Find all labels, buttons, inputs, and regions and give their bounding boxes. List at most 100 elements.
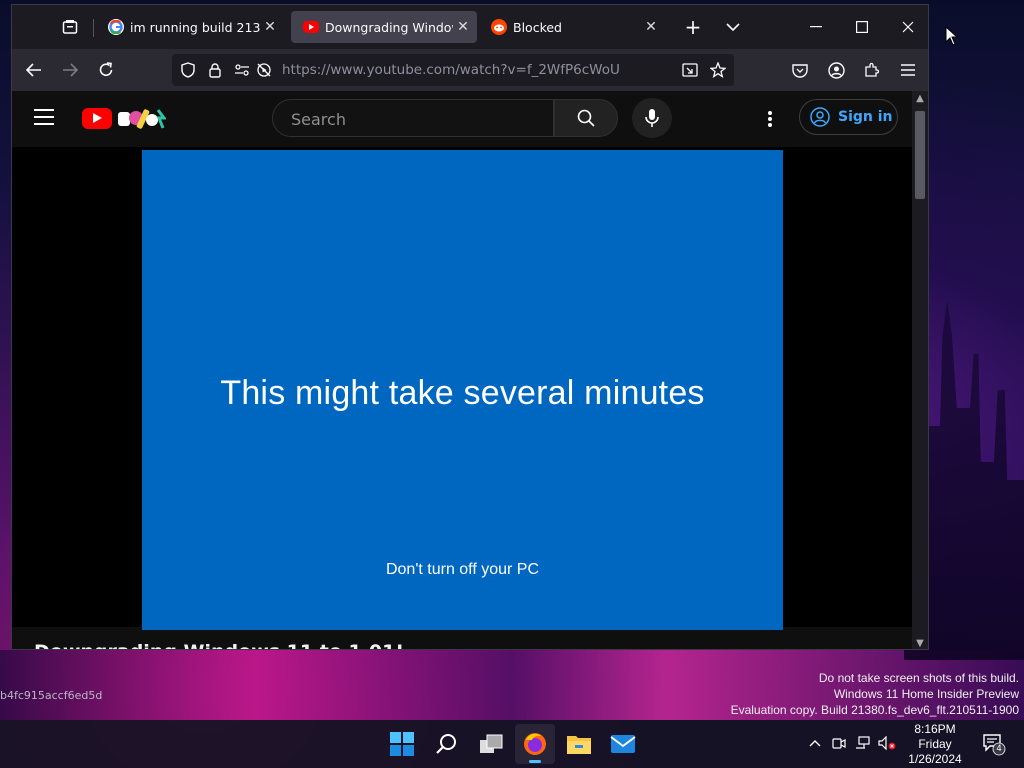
navigation-toolbar: https://www.youtube.com/watch?v=f_2WfP6c… [12, 49, 928, 91]
video-main-message: This might take several minutes [220, 374, 705, 412]
pocket-icon [792, 63, 808, 78]
notification-center-button[interactable]: 4 [982, 732, 1006, 756]
task-view-icon [480, 734, 503, 753]
network-icon[interactable] [852, 732, 874, 754]
url-bar[interactable]: https://www.youtube.com/watch?v=f_2WfP6c… [172, 54, 734, 86]
active-app-indicator [529, 760, 541, 763]
pocket-button[interactable] [786, 56, 814, 84]
tab-title: im running build 21380 - [130, 19, 260, 35]
voice-search-button[interactable] [632, 98, 672, 138]
page-scrollbar[interactable]: ▲ ▼ [912, 91, 928, 649]
microphone-icon [645, 109, 659, 127]
lock-icon[interactable] [205, 60, 225, 80]
maximize-button[interactable] [842, 13, 882, 41]
start-button[interactable] [382, 724, 422, 764]
browser-window: im running build 21380 - ✕ Downgrading W… [11, 4, 929, 650]
close-window-button[interactable] [888, 13, 928, 41]
arrow-right-icon [63, 63, 78, 77]
arrow-left-icon [26, 63, 41, 77]
video-title: Downgrading Windows 11 to 1.01! [34, 641, 404, 649]
folder-icon [567, 736, 591, 754]
firefox-taskbar-button[interactable] [515, 724, 555, 764]
watermark-line: Windows 11 Home Insider Preview [833, 687, 1019, 701]
close-tab-icon[interactable]: ✕ [260, 19, 280, 35]
puzzle-icon [865, 62, 880, 77]
forward-button[interactable] [56, 56, 84, 84]
meet-now-icon[interactable] [828, 732, 850, 754]
youtube-page: Sign in This might take several minutes … [12, 91, 914, 649]
chevron-down-icon [726, 23, 740, 32]
desktop-hash-text: b4fc915accf6ed5d [0, 689, 103, 702]
permissions-icon[interactable] [232, 60, 252, 80]
plus-icon: + [684, 15, 702, 39]
clock-day: Friday [918, 737, 952, 751]
tab-google[interactable]: im running build 21380 - ✕ [96, 11, 284, 43]
tab-separator [93, 19, 94, 37]
clock-time: 8:16PM [914, 722, 956, 736]
autoplay-blocked-icon[interactable] [254, 60, 274, 80]
minimize-icon [810, 26, 822, 28]
search-input[interactable] [289, 109, 543, 130]
clock-date: 1/26/2024 [908, 752, 962, 766]
mail-icon [610, 735, 636, 753]
account-icon [827, 61, 845, 79]
chevron-up-icon [809, 740, 821, 747]
firefox-view-icon [62, 20, 78, 34]
file-explorer-button[interactable] [559, 724, 599, 764]
user-avatar-icon [810, 107, 830, 127]
tab-title: Downgrading Windows 1 [325, 19, 453, 35]
app-menu-button[interactable] [894, 56, 922, 84]
search-icon [577, 109, 595, 127]
extensions-button[interactable] [858, 56, 886, 84]
more-options-icon[interactable] [764, 107, 776, 131]
show-hidden-icons-button[interactable] [804, 732, 826, 754]
firefox-view-button[interactable] [54, 13, 86, 41]
notification-count: 4 [996, 743, 1002, 753]
back-button[interactable] [20, 56, 48, 84]
guide-menu-icon[interactable] [34, 109, 54, 125]
sign-in-label: Sign in [838, 109, 893, 125]
google-icon [108, 19, 124, 35]
list-all-tabs-button[interactable] [717, 13, 749, 41]
watermark-line: Do not take screen shots of this build. [818, 671, 1019, 685]
mail-button[interactable] [603, 724, 643, 764]
close-tab-icon[interactable]: ✕ [641, 19, 661, 35]
picture-in-picture-icon[interactable] [680, 60, 700, 80]
video-player[interactable]: This might take several minutes Don't tu… [12, 147, 914, 630]
search-taskbar-button[interactable] [427, 724, 467, 764]
taskbar-clock[interactable]: 8:16PM Friday 1/26/2024 [900, 722, 970, 767]
video-frame[interactable]: This might take several minutes Don't tu… [142, 150, 783, 630]
youtube-logo[interactable] [82, 108, 112, 129]
youtube-header: Sign in [12, 91, 914, 147]
search-button[interactable] [554, 99, 618, 137]
scrollbar-thumb[interactable] [915, 111, 925, 199]
shield-icon[interactable] [178, 60, 198, 80]
watermark-line: Evaluation copy. Build 21380.fs_dev6_flt… [730, 703, 1019, 717]
scroll-down-icon[interactable]: ▼ [912, 638, 928, 649]
new-tab-button[interactable]: + [677, 13, 709, 41]
evaluation-watermark: Do not take screen shots of this build. … [731, 670, 1019, 718]
close-tab-icon[interactable]: ✕ [453, 19, 473, 35]
search-icon [436, 734, 456, 754]
task-view-button[interactable] [471, 724, 511, 764]
bookmark-star-icon[interactable] [708, 60, 728, 80]
minimize-button[interactable] [796, 13, 836, 41]
account-button[interactable] [822, 56, 850, 84]
tab-youtube[interactable]: Downgrading Windows 1 ✕ [291, 11, 477, 43]
hamburger-menu-icon [901, 64, 915, 76]
scroll-up-icon[interactable]: ▲ [912, 93, 928, 104]
reload-button[interactable] [92, 56, 120, 84]
tab-reddit[interactable]: Blocked ✕ [479, 11, 665, 43]
youtube-icon [303, 21, 319, 33]
url-text: https://www.youtube.com/watch?v=f_2WfP6c… [282, 62, 620, 78]
close-icon [902, 21, 914, 33]
volume-muted-icon[interactable] [876, 732, 898, 754]
youtube-doodle[interactable] [116, 106, 166, 132]
search-box[interactable] [272, 99, 554, 137]
mouse-cursor-icon [945, 26, 959, 46]
tab-title: Blocked [513, 19, 562, 35]
maximize-icon [856, 21, 868, 33]
reload-icon [99, 62, 113, 76]
reddit-icon [491, 19, 507, 35]
sign-in-button[interactable]: Sign in [799, 99, 898, 135]
